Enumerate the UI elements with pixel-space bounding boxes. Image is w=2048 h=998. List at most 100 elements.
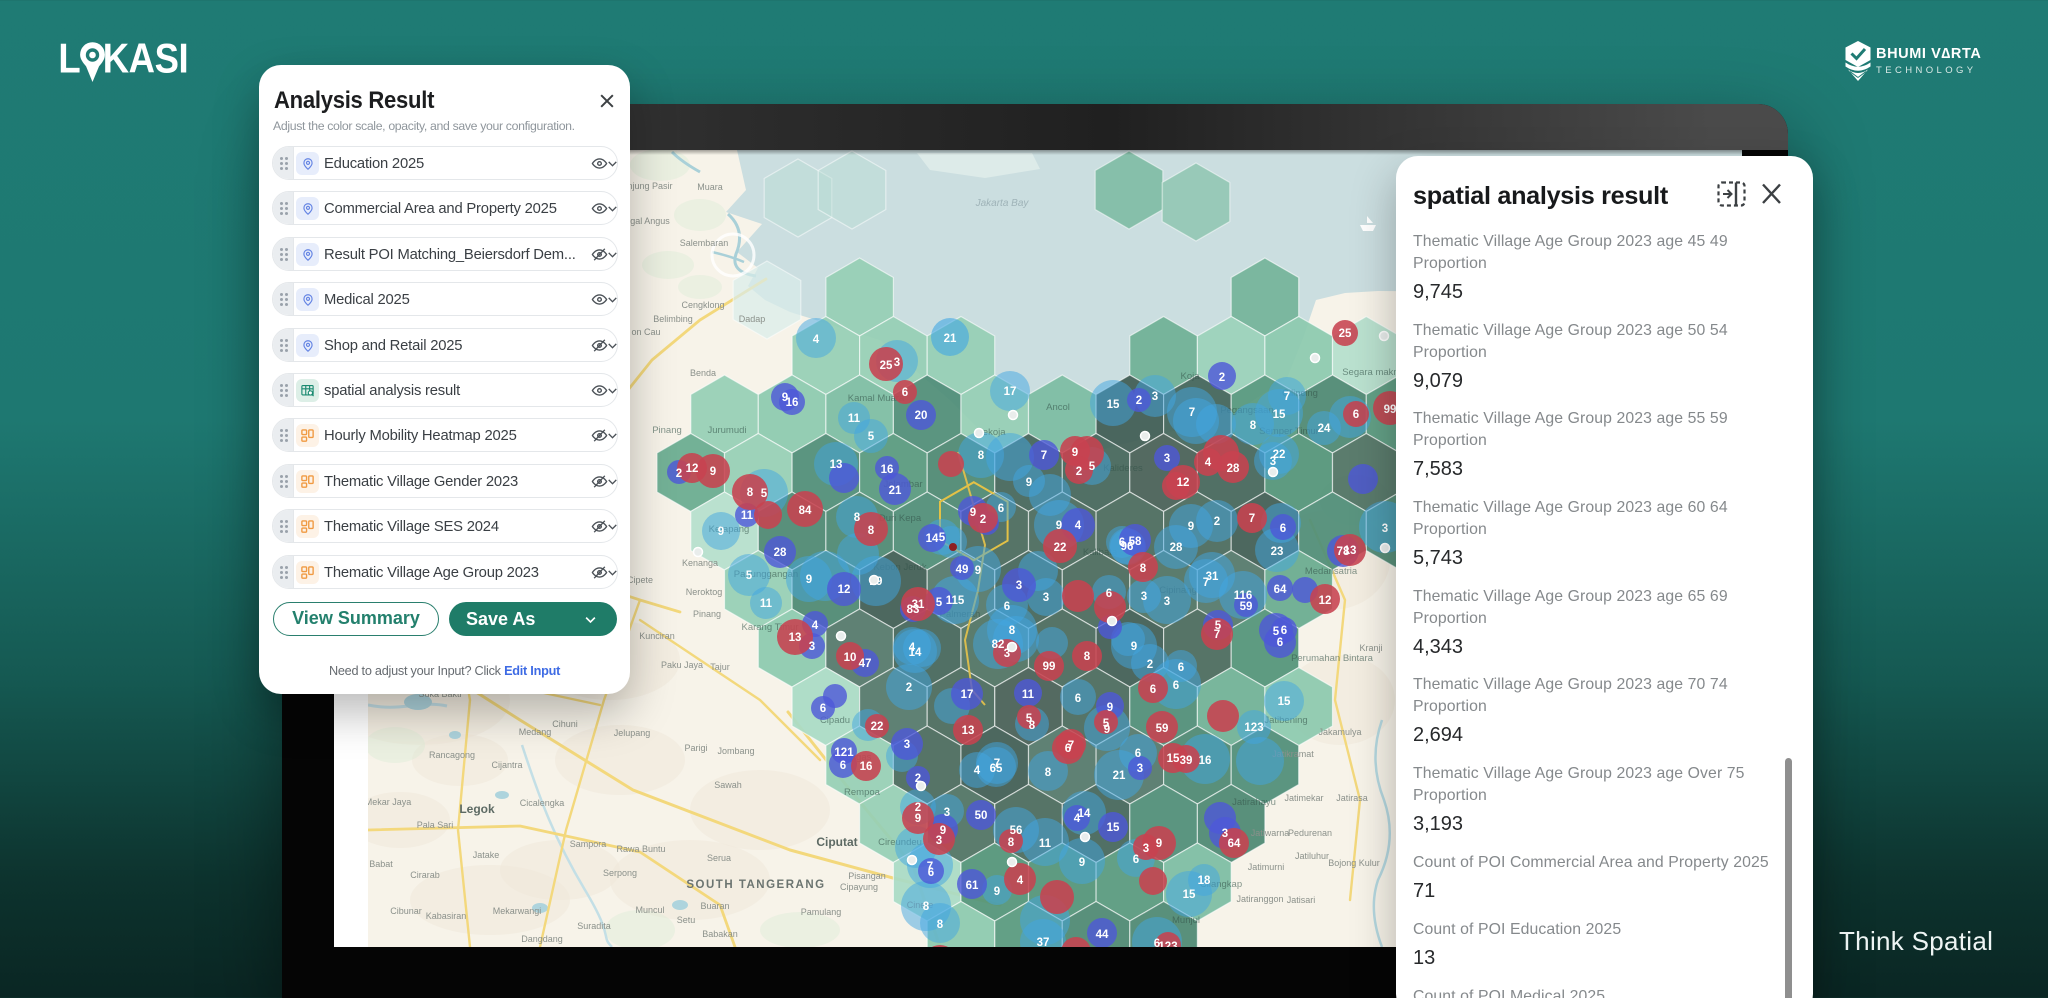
svg-text:8: 8 [747,487,754,499]
svg-text:47: 47 [859,658,872,670]
svg-text:3: 3 [1141,591,1147,603]
svg-text:5: 5 [939,532,946,544]
svg-text:Jatirahayu: Jatirahayu [1232,797,1276,808]
svg-text:2: 2 [1136,395,1142,407]
svg-text:Cipayung: Cipayung [840,882,878,892]
svg-text:8: 8 [937,919,944,931]
svg-text:7: 7 [927,861,933,873]
svg-text:22: 22 [871,721,884,733]
svg-text:Jombang: Jombang [717,746,754,756]
svg-text:22: 22 [1054,542,1067,554]
svg-text:3: 3 [809,641,815,653]
svg-text:Pinang: Pinang [693,609,721,619]
svg-text:9: 9 [1026,477,1032,489]
svg-text:3: 3 [1382,523,1388,535]
svg-text:Jatimekar: Jatimekar [1284,793,1323,803]
svg-text:61: 61 [966,880,979,892]
svg-text:11: 11 [848,413,861,425]
svg-text:Cirarab: Cirarab [410,870,440,880]
svg-text:Tajur: Tajur [710,662,730,672]
svg-text:8: 8 [1009,625,1016,637]
svg-text:25: 25 [880,360,893,372]
svg-text:14: 14 [926,533,939,545]
svg-text:16: 16 [786,397,799,409]
svg-text:Cibunar: Cibunar [390,906,422,916]
svg-text:Babat: Babat [369,859,393,869]
svg-text:28: 28 [774,547,787,559]
svg-text:8: 8 [1250,420,1257,432]
svg-text:8: 8 [868,525,875,537]
svg-text:4: 4 [1017,875,1024,887]
svg-text:7: 7 [1041,450,1047,462]
svg-text:82: 82 [992,639,1005,651]
svg-text:37: 37 [1037,937,1050,947]
svg-text:Dadap: Dadap [739,314,766,324]
svg-text:6: 6 [1004,601,1010,613]
svg-text:2: 2 [1076,466,1082,478]
svg-text:15: 15 [1273,409,1286,421]
svg-text:15: 15 [1183,889,1196,901]
svg-text:64: 64 [1274,584,1287,596]
svg-text:3: 3 [1164,596,1170,608]
svg-text:Jelupang: Jelupang [614,728,651,738]
svg-text:8: 8 [1084,651,1091,663]
svg-text:9: 9 [915,813,921,825]
svg-text:9: 9 [718,526,724,538]
svg-text:23: 23 [1271,546,1284,558]
svg-text:6: 6 [1106,588,1112,600]
svg-text:Jatake: Jatake [473,850,500,860]
svg-text:Pisangan: Pisangan [848,871,886,881]
svg-text:4: 4 [974,765,981,777]
svg-text:15: 15 [1107,822,1120,834]
svg-text:3: 3 [894,357,900,369]
svg-text:4: 4 [813,334,820,346]
svg-text:12: 12 [838,584,851,596]
svg-text:Benda: Benda [690,368,716,378]
svg-text:Cengklong: Cengklong [681,300,724,310]
svg-text:Kranji: Kranji [1359,643,1382,653]
svg-text:123: 123 [1158,941,1177,947]
svg-text:16: 16 [860,761,873,773]
svg-text:9: 9 [940,825,946,837]
svg-text:8: 8 [978,450,985,462]
svg-text:5: 5 [868,431,875,443]
svg-text:Sawah: Sawah [714,780,742,790]
svg-text:7: 7 [1068,740,1074,752]
svg-text:115: 115 [946,595,965,607]
svg-text:Setu: Setu [677,915,696,925]
svg-text:7: 7 [1249,513,1255,525]
svg-text:gal Angus: gal Angus [630,216,670,226]
svg-text:99: 99 [1384,404,1397,416]
svg-text:Cicalengka: Cicalengka [520,798,565,808]
svg-text:5: 5 [761,488,768,500]
svg-text:Pala Sari: Pala Sari [417,820,454,830]
svg-text:4: 4 [812,620,819,632]
svg-text:9: 9 [1156,838,1162,850]
svg-text:Rempoa: Rempoa [844,787,881,798]
svg-text:24: 24 [1318,423,1331,435]
svg-text:Jatiluhur: Jatiluhur [1295,851,1329,861]
svg-text:9: 9 [1188,521,1194,533]
svg-text:9: 9 [806,574,812,586]
svg-text:96: 96 [1121,541,1134,553]
svg-text:5: 5 [1026,713,1033,725]
svg-text:Medansatria: Medansatria [1305,566,1358,577]
svg-text:11: 11 [1022,689,1035,701]
svg-text:16: 16 [1199,755,1212,767]
svg-text:Jatirasa: Jatirasa [1336,793,1368,803]
svg-text:Mekar Jaya: Mekar Jaya [368,797,411,807]
svg-text:Ciputat: Ciputat [816,835,857,849]
svg-text:Jatiranggon: Jatiranggon [1236,894,1283,904]
svg-text:Serpong: Serpong [603,868,637,878]
svg-text:12: 12 [686,463,699,475]
svg-text:2: 2 [676,468,682,480]
svg-text:Mekarwangi: Mekarwangi [493,906,542,916]
svg-text:83: 83 [907,604,920,616]
svg-text:Salembaran: Salembaran [680,238,729,248]
svg-text:Rancagong: Rancagong [429,750,475,760]
svg-text:12: 12 [1319,595,1332,607]
svg-text:11: 11 [760,598,773,610]
svg-text:64: 64 [1228,838,1241,850]
svg-text:Bojong Kulur: Bojong Kulur [1328,858,1380,868]
svg-text:59: 59 [1156,723,1169,735]
